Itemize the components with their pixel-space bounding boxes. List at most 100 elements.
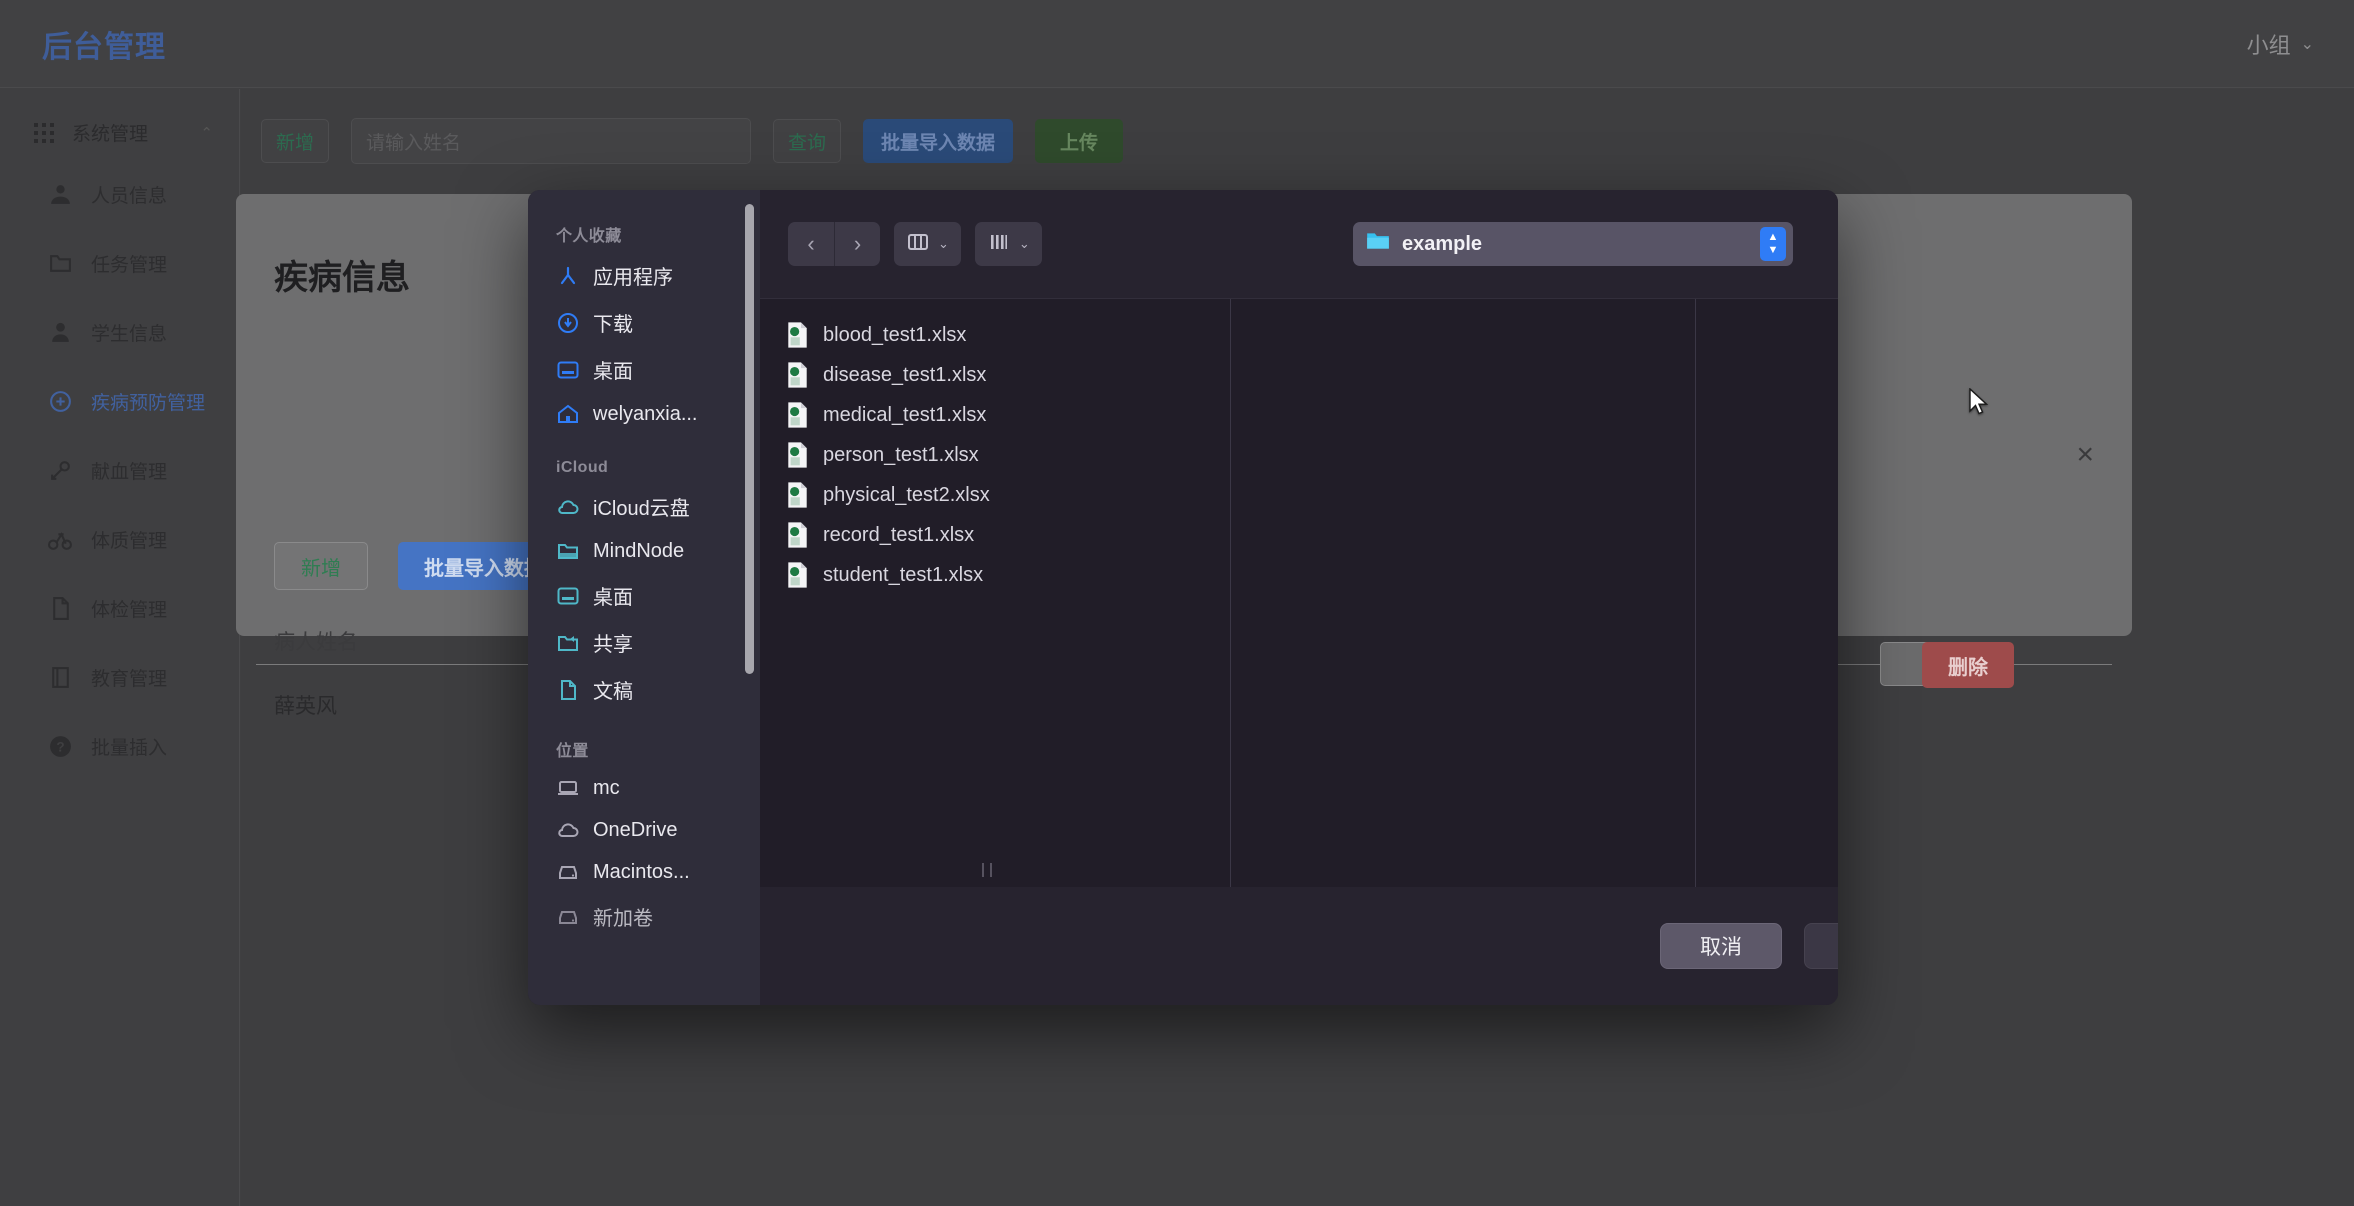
list-item[interactable]: record_test1.xlsx bbox=[760, 515, 1230, 555]
sidebar-item-batch-insert[interactable]: ? 批量插入 bbox=[0, 712, 239, 781]
open-button[interactable]: 打开 bbox=[1804, 923, 1838, 969]
modal-title: 疾病信息 bbox=[274, 259, 410, 297]
sidebar-item-education[interactable]: 教育管理 bbox=[0, 643, 239, 712]
sidebar-item-documents[interactable]: 文稿 bbox=[528, 666, 760, 713]
group-by-button[interactable]: ⌄ bbox=[974, 222, 1042, 266]
path-dropdown[interactable]: example ▲ ▼ bbox=[1353, 222, 1793, 266]
downloads-icon bbox=[556, 311, 580, 335]
chevron-down-icon: ⌄ bbox=[1018, 236, 1030, 251]
shield-icon bbox=[48, 389, 73, 414]
sidebar-item-blood-donation[interactable]: 献血管理 bbox=[0, 436, 239, 505]
sidebar-item-label: 桌面 bbox=[593, 587, 633, 609]
stepper-icon[interactable]: ▲ ▼ bbox=[1760, 227, 1786, 261]
file-name: disease_test1.xlsx bbox=[823, 363, 987, 386]
sidebar-item-label: 批量插入 bbox=[91, 738, 168, 759]
sidebar-group-system[interactable]: 系统管理 ⌃ bbox=[0, 105, 239, 160]
sidebar-item-desktop[interactable]: 桌面 bbox=[528, 346, 760, 393]
query-button[interactable]: 查询 bbox=[773, 119, 842, 163]
xlsx-file-icon bbox=[786, 441, 809, 469]
sidebar-item-mc[interactable]: mc bbox=[528, 767, 760, 809]
sidebar-group-label: 位置 bbox=[556, 743, 589, 760]
file-dialog-main: ‹ › ⌄ ⌄ example ▲ ▼ blood_test1.xlsx dis… bbox=[760, 190, 1838, 1005]
users-icon bbox=[48, 182, 73, 207]
batch-import-button[interactable]: 批量导入数据 bbox=[863, 119, 1014, 163]
desktop-icon bbox=[556, 358, 580, 382]
add-button[interactable]: 新增 bbox=[261, 119, 330, 163]
sidebar-item-desktop-icloud[interactable]: 桌面 bbox=[528, 572, 760, 619]
modal-toolbar: 新增 批量导入数据 bbox=[274, 542, 570, 590]
sidebar-item-label: 疾病预防管理 bbox=[91, 393, 206, 414]
sidebar-item-tasks[interactable]: 任务管理 bbox=[0, 229, 239, 298]
list-item[interactable]: medical_test1.xlsx bbox=[760, 395, 1230, 435]
sidebar-item-label: 体质管理 bbox=[91, 531, 168, 552]
column-resize-handle[interactable] bbox=[982, 863, 992, 877]
cloud-icon bbox=[556, 495, 580, 519]
sidebar-item-label: 共享 bbox=[593, 634, 633, 656]
user-menu[interactable]: 小组 ⌄ bbox=[2247, 28, 2314, 60]
shared-folder-icon bbox=[556, 631, 580, 655]
name-search-input[interactable]: 请输入姓名 bbox=[351, 118, 752, 164]
user-icon bbox=[48, 320, 73, 345]
content-toolbar: 新增 请输入姓名 查询 批量导入数据 上传 bbox=[261, 112, 2354, 170]
close-icon[interactable]: × bbox=[2076, 440, 2094, 470]
modal-add-button[interactable]: 新增 bbox=[274, 542, 368, 590]
sidebar-item-label: Macintos... bbox=[593, 860, 690, 883]
sidebar-item-shared[interactable]: 共享 bbox=[528, 619, 760, 666]
file-dialog-toolbar: ‹ › ⌄ ⌄ example ▲ ▼ bbox=[760, 190, 1838, 298]
file-detail-column bbox=[1695, 299, 1838, 887]
sidebar-item-icloud-drive[interactable]: iCloud云盘 bbox=[528, 483, 760, 530]
sidebar-item-medical-exam[interactable]: 体检管理 bbox=[0, 574, 239, 643]
book-icon bbox=[48, 665, 73, 690]
desktop-icon bbox=[556, 584, 580, 608]
sidebar-item-downloads[interactable]: 下载 bbox=[528, 299, 760, 346]
file-name: record_test1.xlsx bbox=[823, 523, 975, 546]
file-dialog-footer: 取消 打开 bbox=[760, 887, 1838, 1005]
sidebar-item-home[interactable]: welyanxia... bbox=[528, 393, 760, 435]
sidebar-item-label: welyanxia... bbox=[593, 402, 698, 425]
file-preview-column bbox=[1230, 299, 1695, 887]
xlsx-file-icon bbox=[786, 521, 809, 549]
chevron-down-icon: ⌄ bbox=[2300, 35, 2314, 53]
sidebar-item-label: 教育管理 bbox=[91, 669, 168, 690]
laptop-icon bbox=[556, 776, 580, 800]
folder-icon bbox=[1365, 228, 1391, 260]
sidebar-item-applications[interactable]: 应用程序 bbox=[528, 252, 760, 299]
chevron-up-icon: ⌃ bbox=[200, 124, 213, 142]
list-item[interactable]: person_test1.xlsx bbox=[760, 435, 1230, 475]
cancel-button[interactable]: 取消 bbox=[1660, 923, 1782, 969]
file-open-dialog: 个人收藏 应用程序 下载 桌面 welyanxia... iCloud iClo… bbox=[528, 190, 1838, 1005]
sidebar-item-label: mc bbox=[593, 776, 620, 799]
sidebar-item-students[interactable]: 学生信息 bbox=[0, 298, 239, 367]
view-mode-button[interactable]: ⌄ bbox=[894, 222, 961, 266]
sidebar-item-mindnode[interactable]: MindNode bbox=[528, 530, 760, 572]
back-button[interactable]: ‹ bbox=[788, 222, 834, 266]
sidebar-item-disease-prevention[interactable]: 疾病预防管理 bbox=[0, 367, 239, 436]
list-item[interactable]: blood_test1.xlsx bbox=[760, 315, 1230, 355]
sidebar-item-personnel[interactable]: 人员信息 bbox=[0, 160, 239, 229]
sidebar-item-fitness[interactable]: 体质管理 bbox=[0, 505, 239, 574]
harddisk-icon bbox=[556, 860, 580, 884]
sidebar-item-label: 应用程序 bbox=[593, 267, 673, 289]
sidebar-group-label: 个人收藏 bbox=[556, 228, 622, 245]
table-row: 薛英风 bbox=[274, 695, 337, 718]
list-item[interactable]: disease_test1.xlsx bbox=[760, 355, 1230, 395]
sidebar-scrollbar[interactable] bbox=[745, 204, 754, 674]
file-list-column: blood_test1.xlsx disease_test1.xlsx medi… bbox=[760, 299, 1230, 887]
list-item[interactable]: student_test1.xlsx bbox=[760, 555, 1230, 595]
sidebar-item-macintosh-hd[interactable]: Macintos... bbox=[528, 851, 760, 893]
chevron-down-icon: ⌄ bbox=[938, 236, 949, 251]
folder-icon bbox=[556, 539, 580, 563]
forward-button[interactable]: › bbox=[834, 222, 880, 266]
sidebar-item-new-volume[interactable]: 新加卷 bbox=[528, 893, 760, 940]
sidebar-item-label: 文稿 bbox=[593, 681, 633, 703]
xlsx-file-icon bbox=[786, 481, 809, 509]
table-column-header: 病人姓名 bbox=[274, 631, 358, 654]
applications-icon bbox=[556, 264, 580, 288]
sidebar-item-onedrive[interactable]: OneDrive bbox=[528, 809, 760, 851]
user-name-label: 小组 bbox=[2246, 32, 2291, 58]
home-icon bbox=[556, 402, 580, 426]
modal-delete-button[interactable]: 删除 bbox=[1922, 642, 2014, 688]
sidebar-item-label: 人员信息 bbox=[91, 186, 168, 207]
upload-button[interactable]: 上传 bbox=[1035, 119, 1124, 163]
list-item[interactable]: physical_test2.xlsx bbox=[760, 475, 1230, 515]
